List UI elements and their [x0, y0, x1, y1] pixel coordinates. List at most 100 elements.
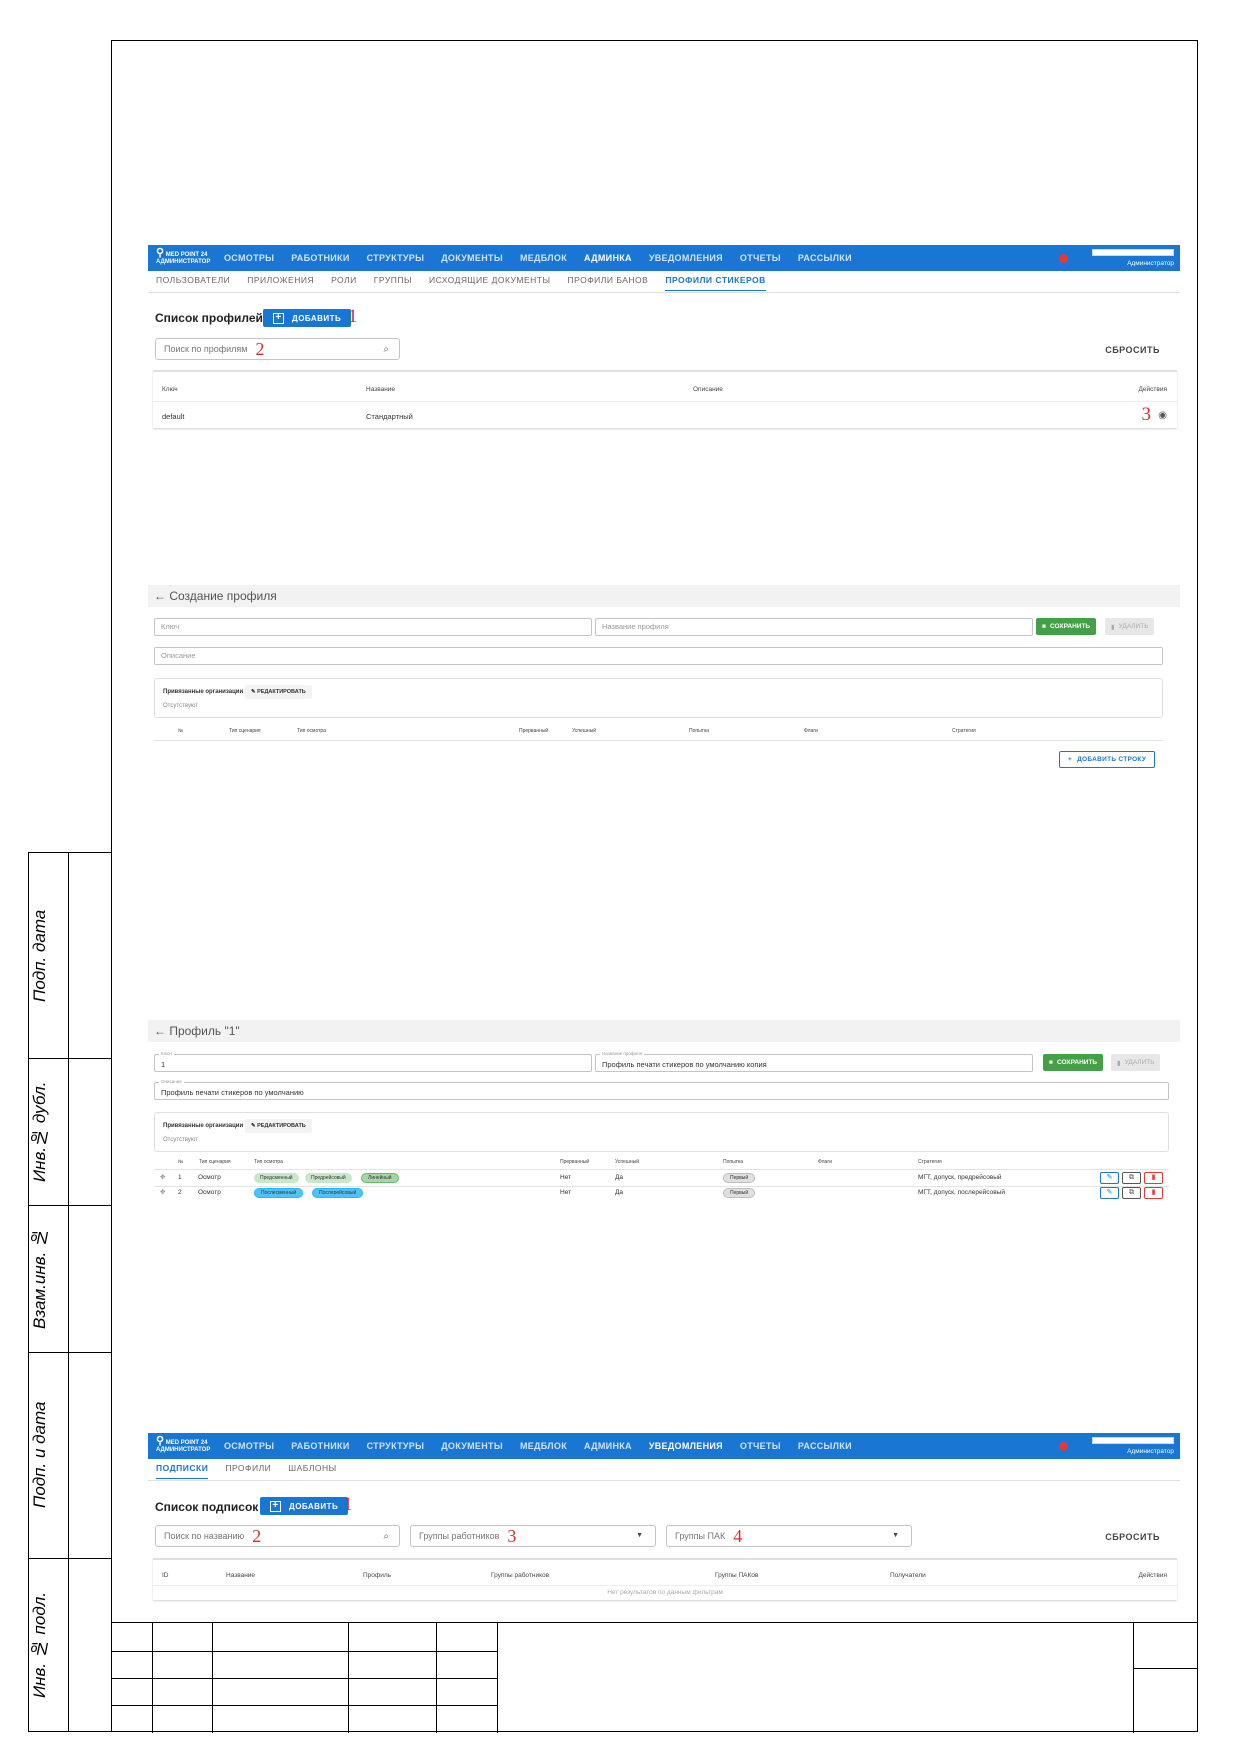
col-header-attempt: Попытка [723, 1159, 744, 1165]
copy-row-icon[interactable]: ⧉ [1122, 1172, 1141, 1184]
tab-users[interactable]: ПОЛЬЗОВАТЕЛИ [156, 275, 230, 291]
cell-scenario: Осмотр [198, 1174, 221, 1181]
app-logo[interactable]: ⚲ MED POINT 24 АДМИНИСТРАТОР [156, 1436, 224, 1454]
edit-orgs-button[interactable]: ✎ РЕДАКТИРОВАТЬ [245, 685, 312, 699]
add-row-button[interactable]: + ДОБАВИТЬ СТРОКУ [1059, 751, 1156, 768]
col-header-recipients: Получатели [890, 1572, 926, 1579]
notification-subtabs: ПОДПИСКИ ПРОФИЛИ ШАБЛОНЫ [156, 1463, 354, 1479]
annotation-marker: 1 [348, 306, 358, 327]
user-menu[interactable]: Администратор [1092, 249, 1174, 267]
trash-icon: ▮ [1111, 623, 1115, 631]
dropdown-arrow-icon[interactable]: ▼ [636, 1532, 643, 1539]
search-filter-icon[interactable]: ⌕ [383, 344, 389, 355]
nav-mailings[interactable]: РАССЫЛКИ [798, 1441, 852, 1451]
plus-icon: + [1068, 756, 1073, 763]
drag-handle-icon[interactable]: ✥ [160, 1188, 165, 1196]
drag-handle-icon[interactable]: ✥ [160, 1173, 165, 1181]
delete-button[interactable]: ▮ УДАЛИТЬ [1105, 618, 1155, 635]
dropdown-arrow-icon[interactable]: ▼ [892, 1532, 899, 1539]
linked-orgs-empty: Отсутствуют [163, 1137, 198, 1143]
form-title: ← Создание профиля [148, 585, 1180, 607]
key-input[interactable]: Ключ 1 [154, 1051, 592, 1072]
copy-row-icon[interactable]: ⧉ [1122, 1187, 1141, 1199]
edit-row-icon[interactable]: ✎ [1100, 1172, 1119, 1184]
edit-orgs-button[interactable]: ✎ РЕДАКТИРОВАТЬ [245, 1119, 312, 1133]
reset-button[interactable]: СБРОСИТЬ [1105, 1532, 1160, 1542]
profile-name-input[interactable]: Название профиля [595, 618, 1033, 636]
add-subscription-button[interactable]: + ДОБАВИТЬ [260, 1497, 349, 1515]
side-label-dup-inv: Инв.№ дубл. [30, 1081, 49, 1182]
nav-notifications[interactable]: УВЕДОМЛЕНИЯ [649, 1441, 723, 1451]
tab-outgoing-docs[interactable]: ИСХОДЯЩИЕ ДОКУМЕНТЫ [429, 275, 551, 291]
nav-notifications[interactable]: УВЕДОМЛЕНИЯ [649, 253, 723, 263]
subscription-search-input[interactable]: Поиск по названию 2 ⌕ [155, 1525, 400, 1547]
cell-interrupted: Нет [560, 1189, 572, 1196]
key-input[interactable]: Ключ [154, 618, 592, 636]
linked-orgs-card: Привязанные организации ✎ РЕДАКТИРОВАТЬ … [154, 1112, 1169, 1152]
screenshot-sticker-profiles: ⚲ MED POINT 24 АДМИНИСТРАТОР ОСМОТРЫ РАБО… [148, 245, 1180, 430]
delete-row-icon[interactable]: ▮ [1144, 1187, 1163, 1199]
admin-subtabs: ПОЛЬЗОВАТЕЛИ ПРИЛОЖЕНИЯ РОЛИ ГРУППЫ ИСХО… [156, 275, 783, 291]
annotation-marker: 4 [733, 1525, 743, 1546]
side-label-sign-and-date: Подп. и дата [30, 1401, 49, 1509]
tab-ban-profiles[interactable]: ПРОФИЛИ БАНОВ [568, 275, 649, 291]
delete-row-icon[interactable]: ▮ [1144, 1172, 1163, 1184]
nav-workers[interactable]: РАБОТНИКИ [291, 253, 349, 263]
nav-reports[interactable]: ОТЧЕТЫ [740, 1441, 781, 1451]
worker-groups-select[interactable]: Группы работников 3 ▼ [410, 1525, 656, 1547]
nav-medblock[interactable]: МЕДБЛОК [520, 1441, 567, 1451]
col-header-exam-type: Тип осмотра [297, 728, 326, 734]
nav-admin[interactable]: АДМИНКА [584, 1441, 632, 1451]
cell-key: default [162, 412, 185, 421]
notification-dot-icon[interactable] [1059, 253, 1068, 263]
col-header-name: Название [226, 1572, 256, 1579]
nav-exams[interactable]: ОСМОТРЫ [224, 253, 274, 263]
exam-type-chip: Линейный [361, 1173, 399, 1183]
tab-sticker-profiles[interactable]: ПРОФИЛИ СТИКЕРОВ [665, 275, 766, 291]
side-stamp-divider [68, 852, 69, 1732]
nav-workers[interactable]: РАБОТНИКИ [291, 1441, 349, 1451]
tab-profiles[interactable]: ПРОФИЛИ [225, 1463, 271, 1479]
nav-medblock[interactable]: МЕДБЛОК [520, 253, 567, 263]
side-stamp-line [28, 1352, 112, 1353]
nav-structures[interactable]: СТРУКТУРЫ [367, 253, 425, 263]
col-header-actions: Действия [1138, 386, 1167, 393]
user-menu[interactable]: Администратор [1092, 1437, 1174, 1455]
exam-type-chip: Предрейсовый [305, 1173, 352, 1183]
pak-groups-select[interactable]: Группы ПАК 4 ▼ [666, 1525, 912, 1547]
nav-reports[interactable]: ОТЧЕТЫ [740, 253, 781, 263]
nav-exams[interactable]: ОСМОТРЫ [224, 1441, 274, 1451]
col-header-number: № [178, 1159, 184, 1165]
nav-admin[interactable]: АДМИНКА [584, 253, 632, 263]
search-filter-icon[interactable]: ⌕ [383, 1531, 389, 1542]
tab-groups[interactable]: ГРУППЫ [374, 275, 412, 291]
save-button[interactable]: ■ СОХРАНИТЬ [1036, 618, 1097, 635]
profile-search-input[interactable]: Поиск по профилям 2 ⌕ [155, 338, 400, 360]
nav-documents[interactable]: ДОКУМЕНТЫ [441, 253, 503, 263]
reset-button[interactable]: СБРОСИТЬ [1105, 345, 1160, 355]
tab-applications[interactable]: ПРИЛОЖЕНИЯ [247, 275, 314, 291]
notification-dot-icon[interactable] [1059, 1441, 1068, 1451]
tab-roles[interactable]: РОЛИ [331, 275, 357, 291]
view-eye-icon[interactable]: ◉ [1158, 410, 1167, 421]
tab-subscriptions[interactable]: ПОДПИСКИ [156, 1463, 209, 1479]
delete-button[interactable]: ▮ УДАЛИТЬ [1111, 1054, 1161, 1071]
profile-name-input[interactable]: Название профиля Профиль печати стикеров … [595, 1051, 1033, 1072]
save-button[interactable]: ■ СОХРАНИТЬ [1043, 1054, 1104, 1071]
description-input[interactable]: Описание Профиль печати стикеров по умолч… [154, 1079, 1169, 1100]
tab-templates[interactable]: ШАБЛОНЫ [288, 1463, 336, 1479]
nav-mailings[interactable]: РАССЫЛКИ [798, 253, 852, 263]
col-header-exam-type: Тип осмотра [254, 1159, 283, 1165]
add-profile-button[interactable]: + ДОБАВИТЬ [263, 309, 352, 327]
linked-orgs-empty: Отсутствуют [163, 703, 198, 709]
app-logo[interactable]: ⚲ MED POINT 24 АДМИНИСТРАТОР [156, 248, 224, 266]
nav-structures[interactable]: СТРУКТУРЫ [367, 1441, 425, 1451]
side-label-orig-inv: Инв. № подл. [30, 1591, 49, 1699]
description-input[interactable]: Описание [154, 647, 1163, 665]
col-header-interrupted: Прерванный [519, 728, 549, 734]
col-header-success: Успешный [615, 1159, 639, 1165]
nav-documents[interactable]: ДОКУМЕНТЫ [441, 1441, 503, 1451]
edit-row-icon[interactable]: ✎ [1100, 1187, 1119, 1199]
cell-number: 2 [178, 1189, 182, 1196]
col-header-attempt: Попытка [689, 728, 710, 734]
